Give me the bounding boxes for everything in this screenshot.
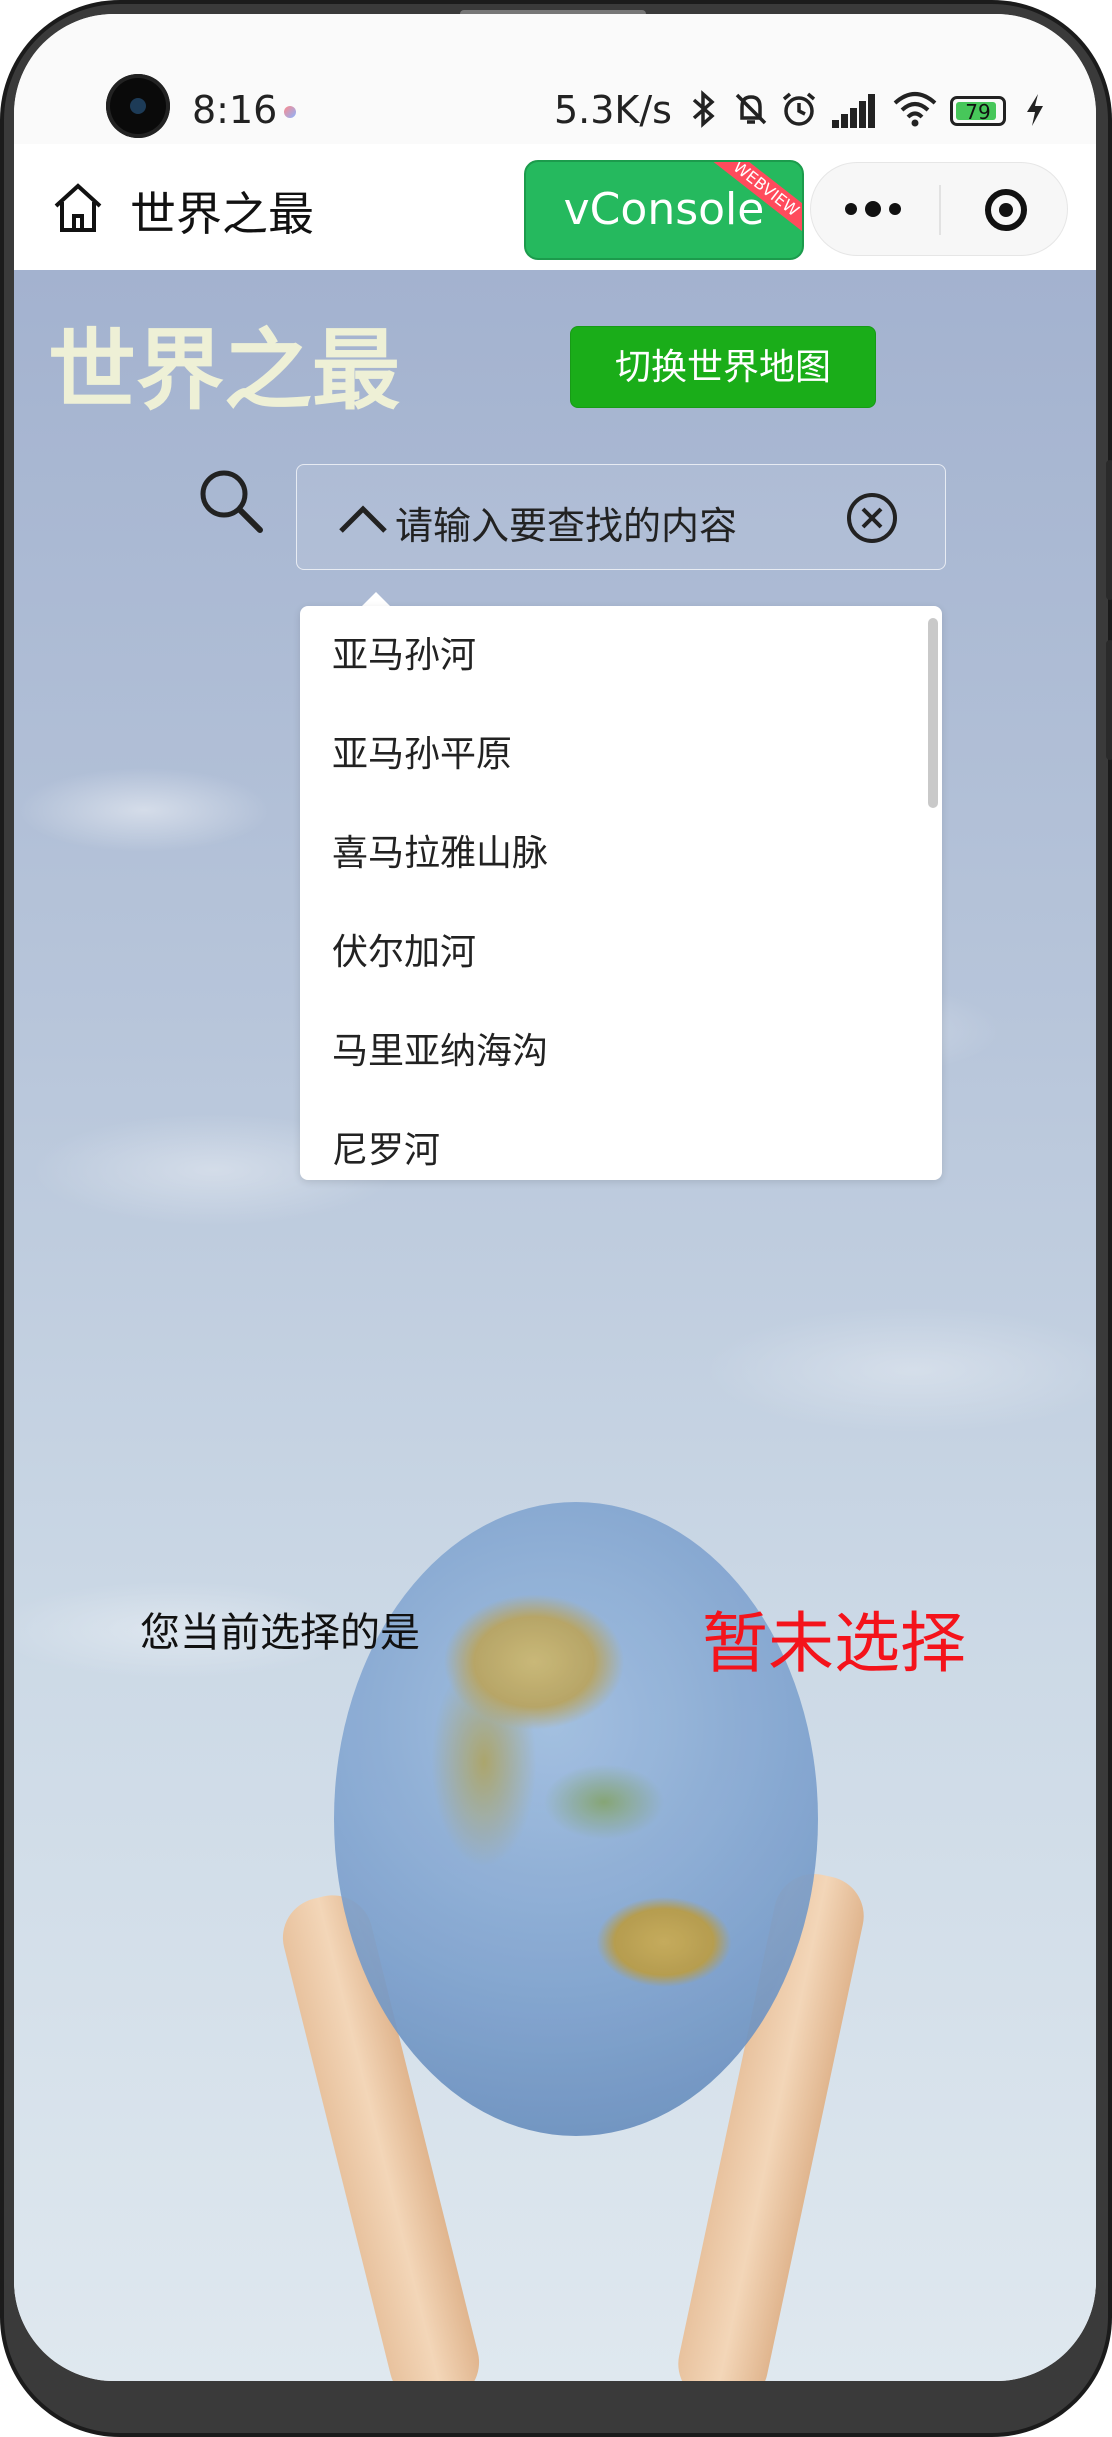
nav-bar: 世界之最 vConsole WEBVIEW [14,144,1096,270]
dropdown-scrollbar[interactable] [928,618,938,808]
dropdown-item[interactable]: 伏尔加河 [300,903,942,1002]
dropdown-item[interactable]: 亚马孙平原 [300,705,942,804]
mini-program-capsule [810,162,1068,256]
dropdown-item[interactable]: 马里亚纳海沟 [300,1002,942,1101]
dropdown-list: 亚马孙河 亚马孙平原 喜马拉雅山脉 伏尔加河 马里亚纳海沟 尼罗河 [300,606,942,1180]
close-program-icon[interactable] [985,189,1027,231]
selection-label: 您当前选择的是 [140,1610,420,1656]
vconsole-label: vConsole [563,184,765,235]
search-dropdown: 亚马孙河 亚马孙平原 喜马拉雅山脉 伏尔加河 马里亚纳海沟 尼罗河 [300,606,942,1180]
network-speed: 5.3K/s [554,88,672,132]
status-time: 8:16 [192,88,278,132]
vconsole-button[interactable]: vConsole WEBVIEW [524,160,804,260]
dropdown-item[interactable]: 喜马拉雅山脉 [300,804,942,903]
dropdown-item[interactable]: 亚马孙河 [300,606,942,705]
search-icon[interactable] [196,466,266,536]
power-button [1106,640,1112,760]
camera-icon [106,74,170,138]
battery-icon: 79 [950,96,1006,126]
search-input[interactable]: 请输入要查找的内容 [296,464,946,570]
volume-button [1106,460,1112,600]
charging-icon [1024,92,1046,136]
mute-bell-icon [732,90,770,134]
bluetooth-icon [686,90,720,134]
assistant-dot-icon [284,106,296,118]
page-title: 世界之最 [48,319,401,422]
battery-level: 79 [965,100,991,124]
clear-icon[interactable] [845,491,899,545]
dropdown-item[interactable]: 尼罗河 [300,1101,942,1180]
switch-map-button[interactable]: 切换世界地图 [570,326,876,408]
selection-value: 暂未选择 [702,1605,966,1682]
signal-icon [832,94,876,128]
capsule-divider [939,185,941,235]
phone-frame: 8:16 5.3K/s 79 世界之最 vConsole WEBVIEW 世界之… [0,0,1112,2437]
wifi-icon [892,90,938,134]
status-bar: 8:16 5.3K/s 79 [14,14,1096,144]
chevron-up-icon[interactable] [337,503,389,535]
main-content: 世界之最 切换世界地图 请输入要查找的内容 亚马孙河 亚马孙平原 喜马拉雅山脉 … [14,270,1096,2381]
alarm-icon [780,90,818,134]
screen: 8:16 5.3K/s 79 世界之最 vConsole WEBVIEW 世界之… [14,14,1096,2381]
search-placeholder: 请输入要查找的内容 [395,504,738,548]
home-icon[interactable] [50,180,106,236]
nav-title: 世界之最 [130,187,314,241]
more-menu-icon[interactable] [841,181,911,237]
dropdown-arrow [362,592,390,606]
